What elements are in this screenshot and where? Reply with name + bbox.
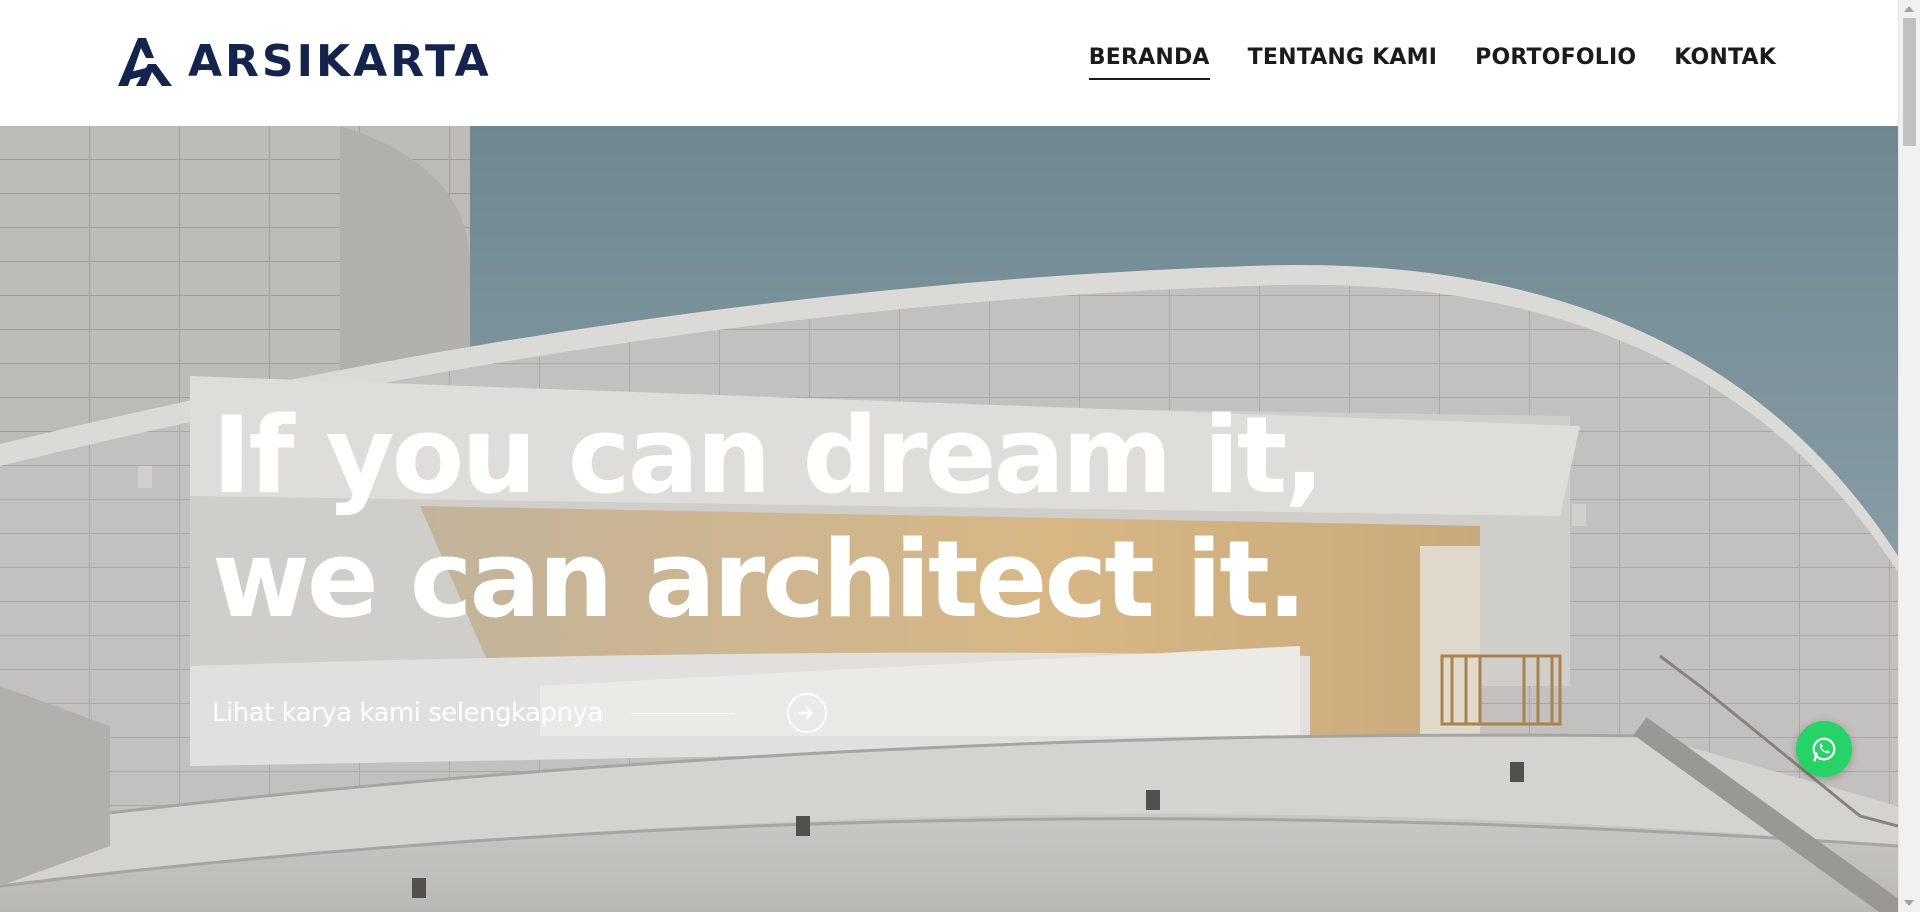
whatsapp-icon[interactable] bbox=[1796, 721, 1852, 777]
scroll-down-icon[interactable] bbox=[1904, 900, 1914, 906]
brand-name: ARSIKARTA bbox=[188, 36, 492, 87]
site-header: ARSIKARTA BERANDA TENTANG KAMI PORTOFOLI… bbox=[0, 0, 1898, 126]
hero-section: If you can dream it, we can architect it… bbox=[0, 126, 1898, 912]
logo-mark-icon bbox=[118, 38, 172, 86]
cta-divider-line bbox=[628, 712, 735, 714]
headline-line-1: If you can dream it, bbox=[212, 394, 1325, 517]
nav-item-portofolio[interactable]: PORTOFOLIO bbox=[1475, 44, 1636, 80]
nav-item-beranda[interactable]: BERANDA bbox=[1088, 44, 1210, 80]
view-portfolio-link[interactable]: Lihat karya kami selengkapnya bbox=[212, 690, 827, 736]
scroll-up-icon[interactable] bbox=[1904, 6, 1914, 12]
cta-label: Lihat karya kami selengkapnya bbox=[212, 698, 603, 728]
page-scrollbar[interactable] bbox=[1898, 0, 1920, 912]
site-logo[interactable]: ARSIKARTA bbox=[116, 36, 492, 88]
nav-item-tentang-kami[interactable]: TENTANG KAMI bbox=[1248, 44, 1437, 80]
nav-item-kontak[interactable]: KONTAK bbox=[1674, 44, 1776, 80]
arrow-right-circle-icon[interactable] bbox=[786, 693, 827, 733]
scrollbar-thumb[interactable] bbox=[1903, 18, 1916, 146]
hero-headline: If you can dream it, we can architect it… bbox=[212, 394, 1325, 642]
headline-line-2: we can architect it. bbox=[212, 518, 1307, 641]
main-nav: BERANDA TENTANG KAMI PORTOFOLIO KONTAK bbox=[1088, 44, 1776, 80]
